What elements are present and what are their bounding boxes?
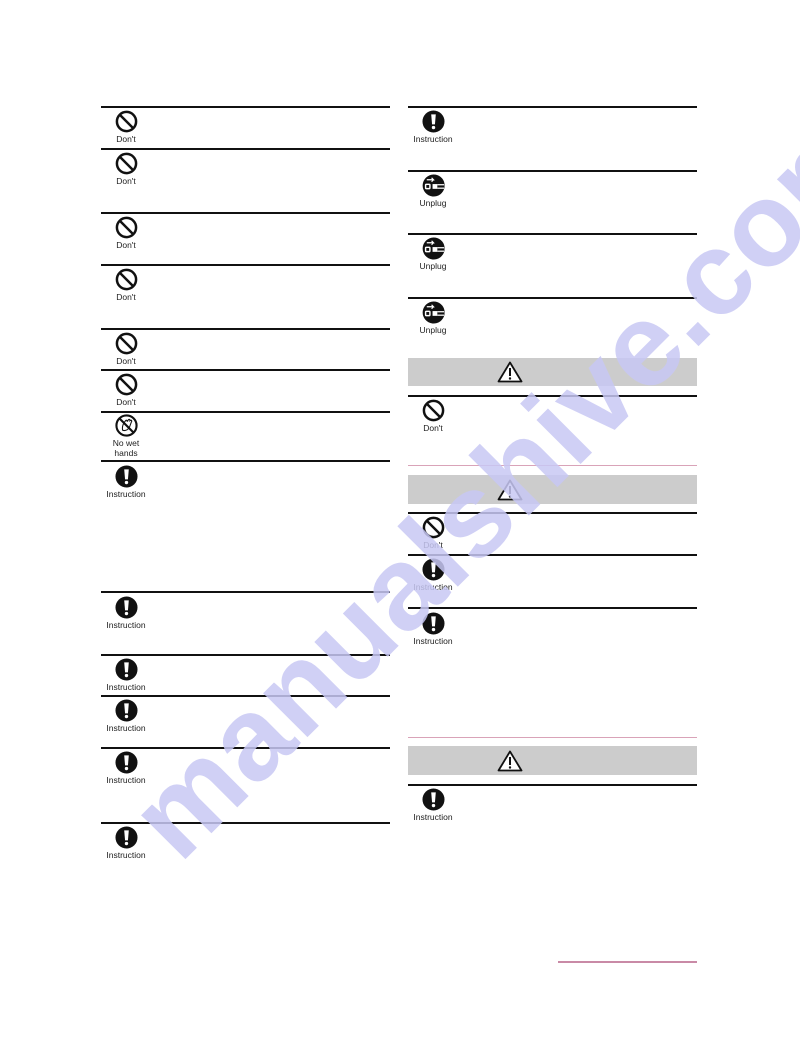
row-divider (101, 328, 390, 330)
row-divider (408, 233, 697, 235)
row-divider (101, 747, 390, 749)
prohibition-icon (115, 373, 138, 396)
list-item: Instruction (408, 558, 458, 592)
prohibition-icon (115, 152, 138, 175)
icon-label: Instruction (106, 775, 146, 785)
icon-label: Unplug (419, 325, 447, 335)
row-divider (408, 170, 697, 172)
icon-label: Instruction (413, 582, 453, 592)
footer-divider (558, 961, 697, 963)
prohibition-icon (115, 268, 138, 291)
icon-label: Don't (423, 540, 443, 550)
icon-label: Don't (423, 423, 443, 433)
list-item: Don't (101, 216, 151, 250)
list-item: Unplug (408, 301, 458, 335)
prohibition-icon (422, 399, 445, 422)
section-divider (408, 737, 697, 738)
icon-label: Unplug (419, 261, 447, 271)
icon-label: Instruction (413, 812, 453, 822)
list-item: Instruction (408, 110, 458, 144)
prohibition-icon (115, 216, 138, 239)
list-item: Instruction (408, 612, 458, 646)
list-item: Don't (101, 373, 151, 407)
row-divider (101, 460, 390, 462)
list-item: Unplug (408, 174, 458, 208)
icon-label: Instruction (106, 850, 146, 860)
list-item: Instruction (101, 658, 151, 692)
icon-label: Instruction (106, 620, 146, 630)
exclamation-icon (115, 596, 138, 619)
prohibition-icon (422, 516, 445, 539)
row-divider (408, 106, 697, 108)
exclamation-icon (115, 465, 138, 488)
list-item: Don't (101, 268, 151, 302)
row-divider (101, 369, 390, 371)
row-divider (101, 591, 390, 593)
row-divider (101, 212, 390, 214)
exclamation-icon (422, 110, 445, 133)
warning-header (408, 746, 697, 775)
unplug-icon (422, 174, 445, 197)
exclamation-icon (115, 658, 138, 681)
list-item: No wet hands (101, 414, 151, 458)
exclamation-icon (115, 699, 138, 722)
row-divider (408, 297, 697, 299)
row-divider (101, 822, 390, 824)
section-divider (408, 465, 697, 466)
warning-triangle-icon (497, 361, 523, 383)
list-item: Don't (101, 110, 151, 144)
icon-label: Don't (116, 292, 136, 302)
list-item: Don't (408, 399, 458, 433)
row-divider (408, 554, 697, 556)
icon-label: Instruction (106, 723, 146, 733)
warning-header (408, 475, 697, 504)
prohibition-icon (115, 332, 138, 355)
exclamation-icon (422, 558, 445, 581)
row-divider (408, 607, 697, 609)
list-item: Don't (101, 152, 151, 186)
icon-label: Don't (116, 240, 136, 250)
row-divider (101, 264, 390, 266)
exclamation-icon (115, 751, 138, 774)
warning-triangle-icon (497, 479, 523, 501)
unplug-icon (422, 237, 445, 260)
exclamation-icon (422, 612, 445, 635)
icon-label: Don't (116, 397, 136, 407)
list-item: Instruction (101, 596, 151, 630)
warning-header (408, 358, 697, 386)
icon-label: Don't (116, 134, 136, 144)
icon-label: Don't (116, 356, 136, 366)
list-item: Instruction (101, 699, 151, 733)
list-item: Unplug (408, 237, 458, 271)
row-divider (408, 395, 697, 397)
prohibition-icon (115, 110, 138, 133)
icon-label: Instruction (106, 682, 146, 692)
row-divider (101, 148, 390, 150)
warning-triangle-icon (497, 750, 523, 772)
icon-label: hands (114, 448, 138, 458)
list-item: Instruction (101, 751, 151, 785)
list-item: Instruction (101, 465, 151, 499)
unplug-icon (422, 301, 445, 324)
exclamation-icon (115, 826, 138, 849)
row-divider (408, 512, 697, 514)
row-divider (101, 411, 390, 413)
list-item: Don't (101, 332, 151, 366)
row-divider (101, 695, 390, 697)
icon-label: Instruction (413, 134, 453, 144)
row-divider (408, 784, 697, 786)
exclamation-icon (422, 788, 445, 811)
icon-label: Don't (116, 176, 136, 186)
no-wet-hands-icon (115, 414, 138, 437)
list-item: Instruction (408, 788, 458, 822)
row-divider (101, 654, 390, 656)
icon-label: No wet (112, 438, 140, 448)
list-item: Don't (408, 516, 458, 550)
row-divider (101, 106, 390, 108)
icon-label: Instruction (106, 489, 146, 499)
icon-label: Instruction (413, 636, 453, 646)
icon-label: Unplug (419, 198, 447, 208)
list-item: Instruction (101, 826, 151, 860)
